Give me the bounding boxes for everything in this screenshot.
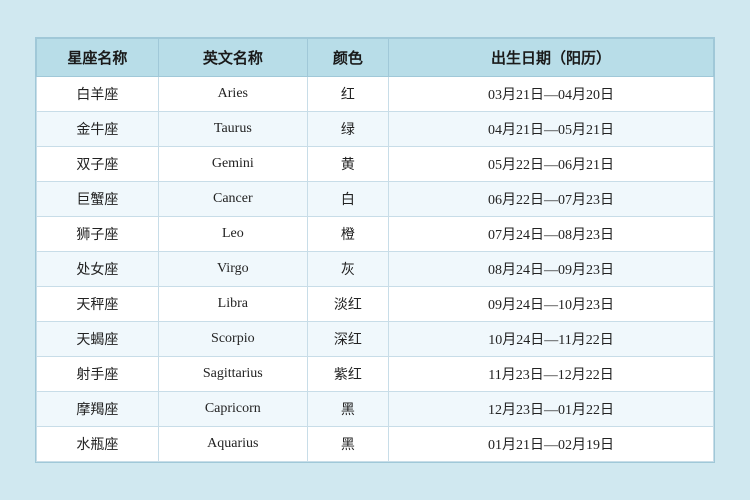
- table-row: 天蝎座Scorpio深红10月24日—11月22日: [37, 322, 714, 357]
- table-row: 双子座Gemini黄05月22日—06月21日: [37, 147, 714, 182]
- cell-color: 白: [307, 182, 388, 217]
- cell-chinese: 天蝎座: [37, 322, 159, 357]
- cell-english: Sagittarius: [158, 357, 307, 392]
- cell-date: 06月22日—07月23日: [389, 182, 714, 217]
- cell-color: 淡红: [307, 287, 388, 322]
- cell-chinese: 狮子座: [37, 217, 159, 252]
- cell-chinese: 摩羯座: [37, 392, 159, 427]
- cell-color: 深红: [307, 322, 388, 357]
- cell-date: 11月23日—12月22日: [389, 357, 714, 392]
- table-row: 巨蟹座Cancer白06月22日—07月23日: [37, 182, 714, 217]
- table-row: 处女座Virgo灰08月24日—09月23日: [37, 252, 714, 287]
- cell-date: 03月21日—04月20日: [389, 77, 714, 112]
- cell-english: Capricorn: [158, 392, 307, 427]
- cell-english: Aries: [158, 77, 307, 112]
- cell-color: 红: [307, 77, 388, 112]
- cell-date: 04月21日—05月21日: [389, 112, 714, 147]
- table-row: 白羊座Aries红03月21日—04月20日: [37, 77, 714, 112]
- table-row: 摩羯座Capricorn黑12月23日—01月22日: [37, 392, 714, 427]
- header-color: 颜色: [307, 39, 388, 77]
- cell-color: 绿: [307, 112, 388, 147]
- cell-chinese: 巨蟹座: [37, 182, 159, 217]
- table-header-row: 星座名称 英文名称 颜色 出生日期（阳历）: [37, 39, 714, 77]
- cell-date: 05月22日—06月21日: [389, 147, 714, 182]
- cell-color: 黑: [307, 427, 388, 462]
- cell-chinese: 水瓶座: [37, 427, 159, 462]
- cell-chinese: 金牛座: [37, 112, 159, 147]
- cell-date: 09月24日—10月23日: [389, 287, 714, 322]
- cell-english: Scorpio: [158, 322, 307, 357]
- cell-chinese: 白羊座: [37, 77, 159, 112]
- zodiac-table: 星座名称 英文名称 颜色 出生日期（阳历） 白羊座Aries红03月21日—04…: [35, 37, 715, 463]
- cell-date: 08月24日—09月23日: [389, 252, 714, 287]
- cell-english: Cancer: [158, 182, 307, 217]
- table-row: 水瓶座Aquarius黑01月21日—02月19日: [37, 427, 714, 462]
- cell-english: Taurus: [158, 112, 307, 147]
- cell-english: Aquarius: [158, 427, 307, 462]
- cell-date: 10月24日—11月22日: [389, 322, 714, 357]
- cell-date: 12月23日—01月22日: [389, 392, 714, 427]
- cell-english: Leo: [158, 217, 307, 252]
- header-chinese: 星座名称: [37, 39, 159, 77]
- cell-chinese: 天秤座: [37, 287, 159, 322]
- cell-color: 黄: [307, 147, 388, 182]
- cell-english: Virgo: [158, 252, 307, 287]
- cell-color: 橙: [307, 217, 388, 252]
- cell-color: 黑: [307, 392, 388, 427]
- table-row: 射手座Sagittarius紫红11月23日—12月22日: [37, 357, 714, 392]
- cell-color: 紫红: [307, 357, 388, 392]
- header-english: 英文名称: [158, 39, 307, 77]
- table-row: 金牛座Taurus绿04月21日—05月21日: [37, 112, 714, 147]
- header-date: 出生日期（阳历）: [389, 39, 714, 77]
- cell-english: Gemini: [158, 147, 307, 182]
- cell-date: 01月21日—02月19日: [389, 427, 714, 462]
- cell-english: Libra: [158, 287, 307, 322]
- cell-date: 07月24日—08月23日: [389, 217, 714, 252]
- cell-color: 灰: [307, 252, 388, 287]
- cell-chinese: 射手座: [37, 357, 159, 392]
- table-row: 天秤座Libra淡红09月24日—10月23日: [37, 287, 714, 322]
- cell-chinese: 双子座: [37, 147, 159, 182]
- cell-chinese: 处女座: [37, 252, 159, 287]
- table-row: 狮子座Leo橙07月24日—08月23日: [37, 217, 714, 252]
